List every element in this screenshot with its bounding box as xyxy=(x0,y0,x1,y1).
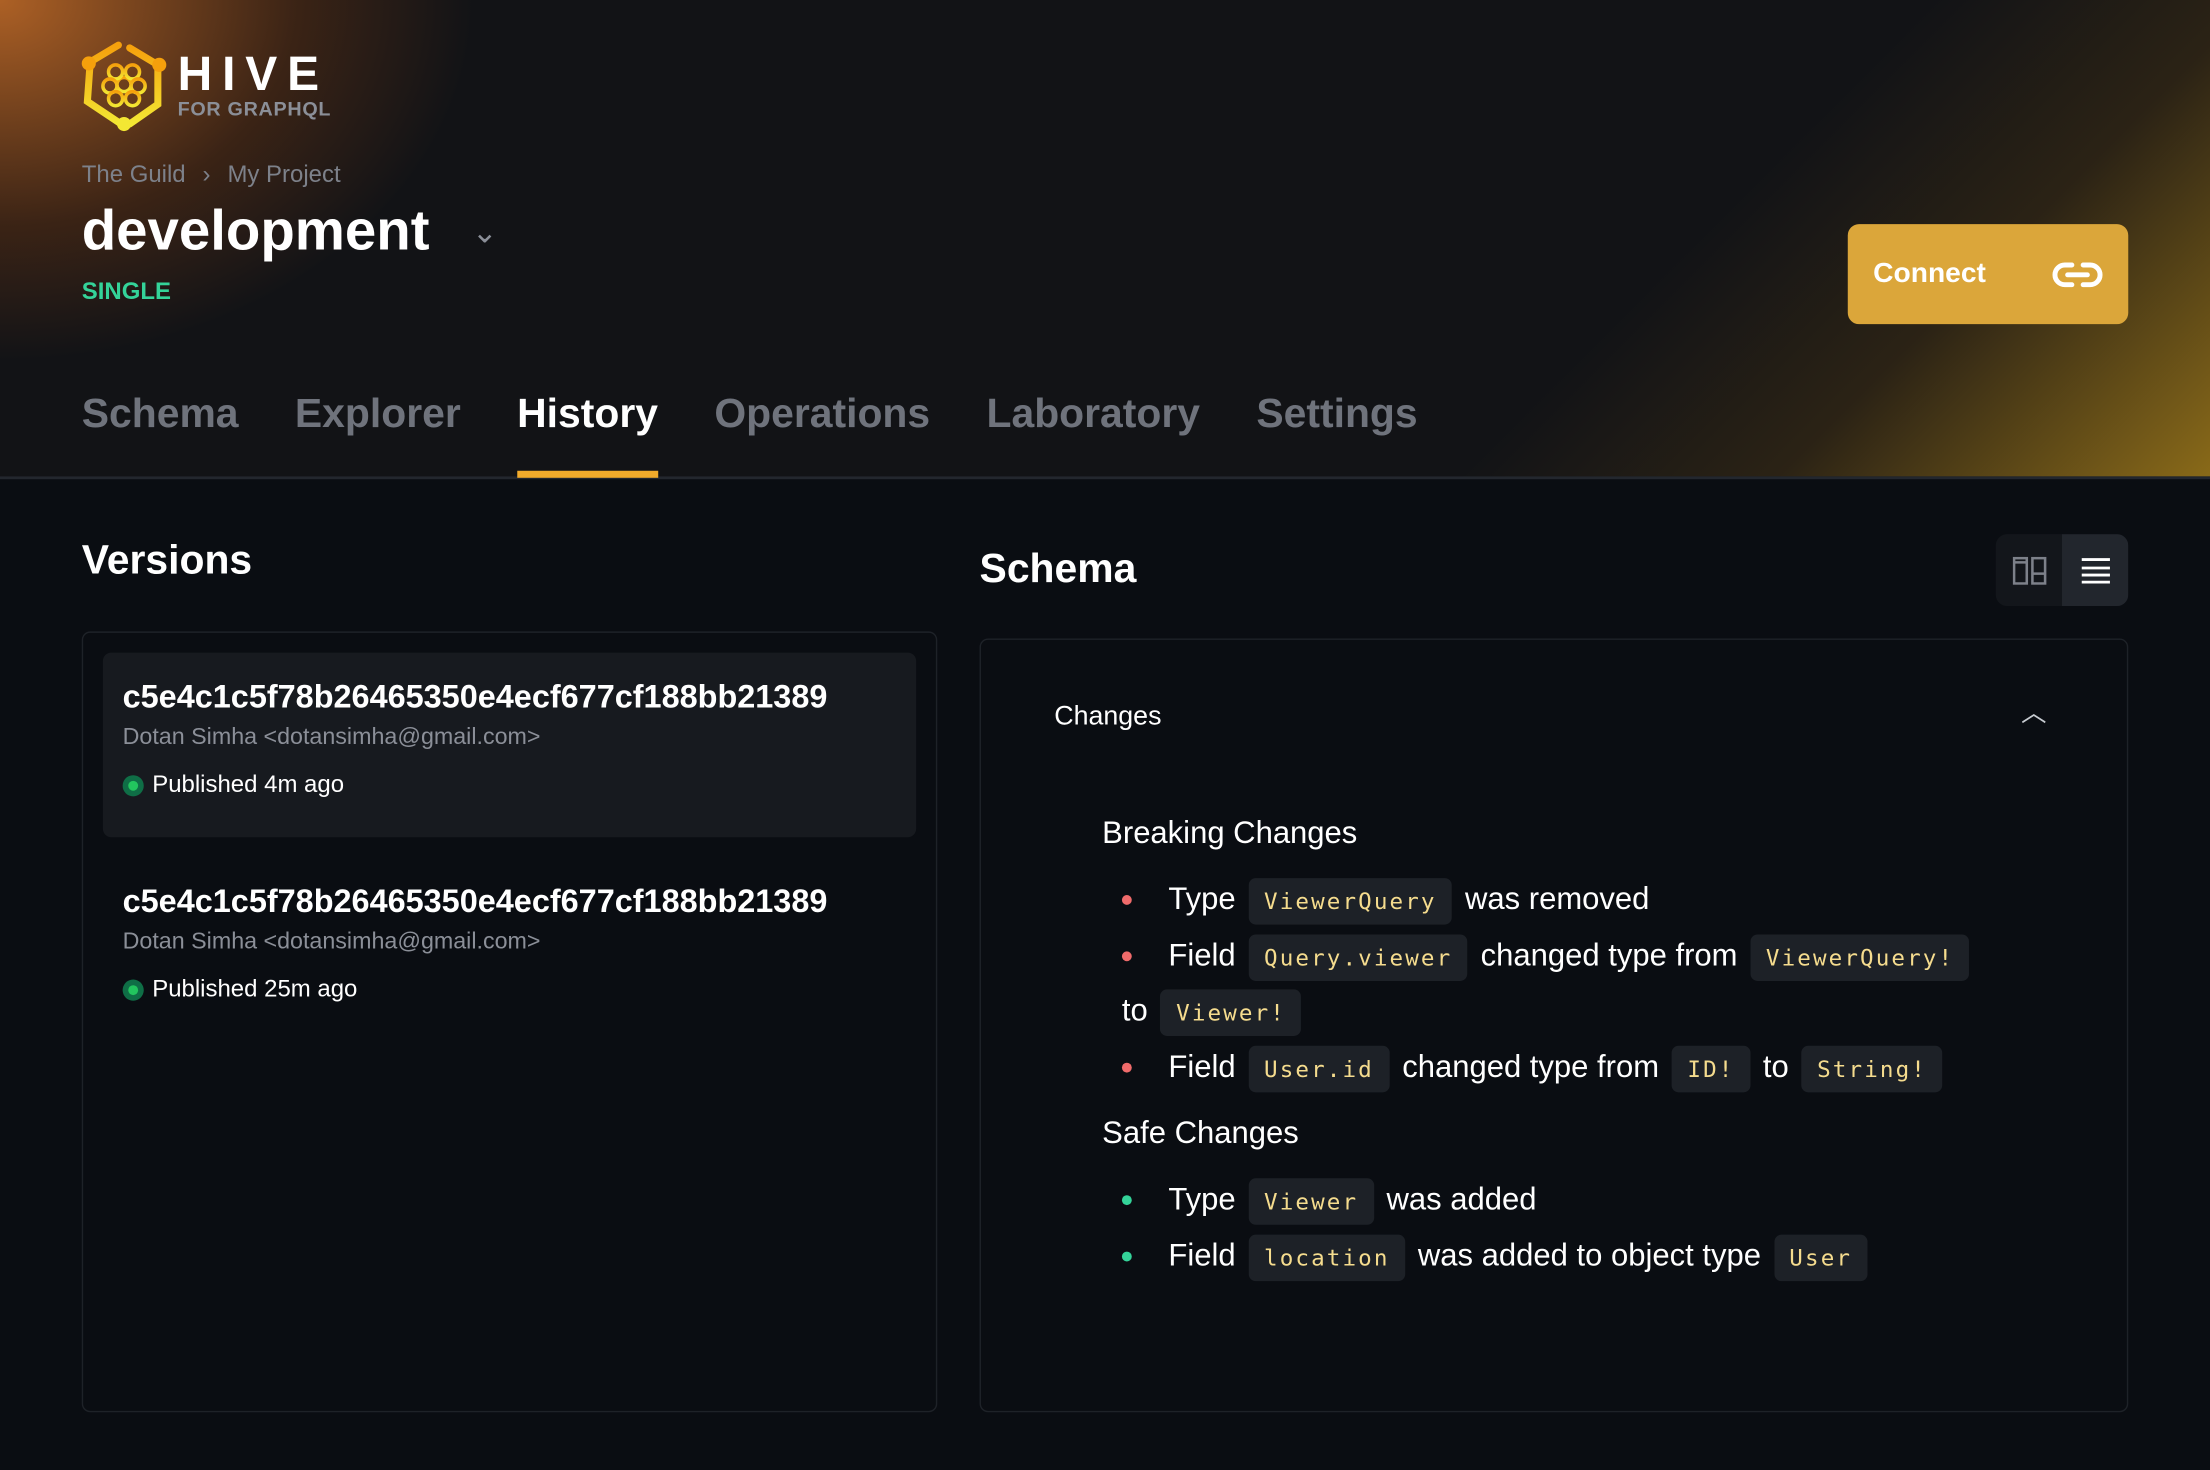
chevron-down-icon[interactable]: ⌄ xyxy=(472,214,498,251)
version-item[interactable]: c5e4c1c5f78b26465350e4ecf677cf188bb21389… xyxy=(102,652,917,838)
code-chip: ViewerQuery xyxy=(1248,878,1453,925)
brand-name: HIVE xyxy=(177,47,329,102)
header: HIVE FOR GRAPHQL The Guild › My Project … xyxy=(0,0,2210,480)
link-icon xyxy=(2052,261,2103,287)
chevron-up-icon[interactable]: ︿ xyxy=(2021,693,2046,730)
chevron-right-icon: › xyxy=(202,160,211,188)
change-kind: Field xyxy=(1168,936,1236,972)
hive-logo[interactable]: HIVE FOR GRAPHQL xyxy=(79,39,331,132)
status-dot-icon xyxy=(122,774,144,796)
project-type-badge: SINGLE xyxy=(81,277,171,305)
change-kind: Type xyxy=(1168,880,1236,917)
change-kind: Field xyxy=(1168,1236,1236,1273)
breaking-changes-list: Type ViewerQuery was removed Field Query… xyxy=(1121,872,2024,1095)
brand-tagline: FOR GRAPHQL xyxy=(177,97,332,120)
list-view-icon xyxy=(2081,557,2110,583)
change-text: was added xyxy=(1386,1181,1537,1217)
page-title: development xyxy=(81,200,430,263)
change-text: was added to object type xyxy=(1417,1236,1761,1273)
code-chip: User.id xyxy=(1248,1045,1390,1092)
change-text: changed type from xyxy=(1402,1047,1660,1084)
breadcrumb-project[interactable]: My Project xyxy=(227,161,340,189)
change-text: changed type from xyxy=(1480,936,1738,972)
breadcrumb: The Guild › My Project xyxy=(82,161,341,189)
view-toggle xyxy=(1995,534,2129,607)
split-view-button[interactable] xyxy=(1996,534,2062,606)
changes-heading[interactable]: Changes xyxy=(1054,702,1161,733)
safe-changes-title: Safe Changes xyxy=(1102,1114,1299,1151)
tab-history[interactable]: History xyxy=(517,392,658,478)
change-item: Type ViewerQuery was removed xyxy=(1121,872,2024,928)
code-chip: String! xyxy=(1801,1045,1943,1092)
app-root: HIVE FOR GRAPHQL The Guild › My Project … xyxy=(0,0,2210,1470)
breadcrumb-org[interactable]: The Guild xyxy=(82,161,186,189)
version-status: Published 4m ago xyxy=(152,770,345,798)
code-chip: Viewer xyxy=(1248,1178,1374,1225)
versions-list: c5e4c1c5f78b26465350e4ecf677cf188bb21389… xyxy=(81,631,938,1413)
tab-operations[interactable]: Operations xyxy=(714,392,930,478)
tab-laboratory[interactable]: Laboratory xyxy=(986,392,1200,478)
tab-schema[interactable]: Schema xyxy=(82,392,239,478)
versions-title: Versions xyxy=(81,538,253,584)
hive-logo-icon xyxy=(81,41,167,132)
change-item: Field Query.viewer changed type from Vie… xyxy=(1121,928,2024,1039)
connect-label: Connect xyxy=(1873,257,1986,289)
code-chip: location xyxy=(1248,1233,1406,1281)
version-item[interactable]: c5e4c1c5f78b26465350e4ecf677cf188bb21389… xyxy=(103,857,916,1042)
change-item: Field location was added to object type … xyxy=(1121,1228,2024,1284)
code-chip: ViewerQuery! xyxy=(1750,933,1970,981)
change-item: Type Viewer was added xyxy=(1121,1173,2024,1229)
code-chip: Viewer! xyxy=(1160,989,1302,1036)
code-chip: ID! xyxy=(1671,1045,1751,1092)
code-chip: User xyxy=(1773,1233,1868,1281)
version-author: Dotan Simha <dotansimha@gmail.com> xyxy=(122,724,541,750)
change-item: Field User.id changed type from ID! to S… xyxy=(1121,1039,2024,1095)
tab-explorer[interactable]: Explorer xyxy=(295,392,461,478)
connect-button[interactable]: Connect xyxy=(1847,224,2129,325)
schema-changes-panel: Changes ︿ Breaking Changes Type ViewerQu… xyxy=(979,638,2129,1413)
nav-tabs: Schema Explorer History Operations Labor… xyxy=(82,392,1418,478)
version-author: Dotan Simha <dotansimha@gmail.com> xyxy=(122,928,541,955)
change-kind: Field xyxy=(1168,1047,1236,1084)
status-dot-icon xyxy=(122,978,144,1000)
change-kind: Type xyxy=(1168,1181,1236,1217)
change-text: was removed xyxy=(1465,880,1650,917)
breaking-changes-title: Breaking Changes xyxy=(1102,814,1358,850)
version-hash: c5e4c1c5f78b26465350e4ecf677cf188bb21389 xyxy=(122,882,828,919)
target-selector[interactable]: development ⌄ xyxy=(82,200,498,263)
version-status: Published 25m ago xyxy=(152,975,358,1003)
split-view-icon xyxy=(2012,556,2046,585)
version-hash: c5e4c1c5f78b26465350e4ecf677cf188bb21389 xyxy=(122,677,828,715)
list-view-button[interactable] xyxy=(2062,534,2129,607)
change-text: to xyxy=(1762,1047,1789,1084)
schema-title: Schema xyxy=(979,546,1137,592)
change-text: to xyxy=(1121,992,1148,1028)
tab-settings[interactable]: Settings xyxy=(1256,392,1417,478)
safe-changes-list: Type Viewer was added Field location was… xyxy=(1121,1173,2024,1284)
code-chip: Query.viewer xyxy=(1248,933,1468,981)
